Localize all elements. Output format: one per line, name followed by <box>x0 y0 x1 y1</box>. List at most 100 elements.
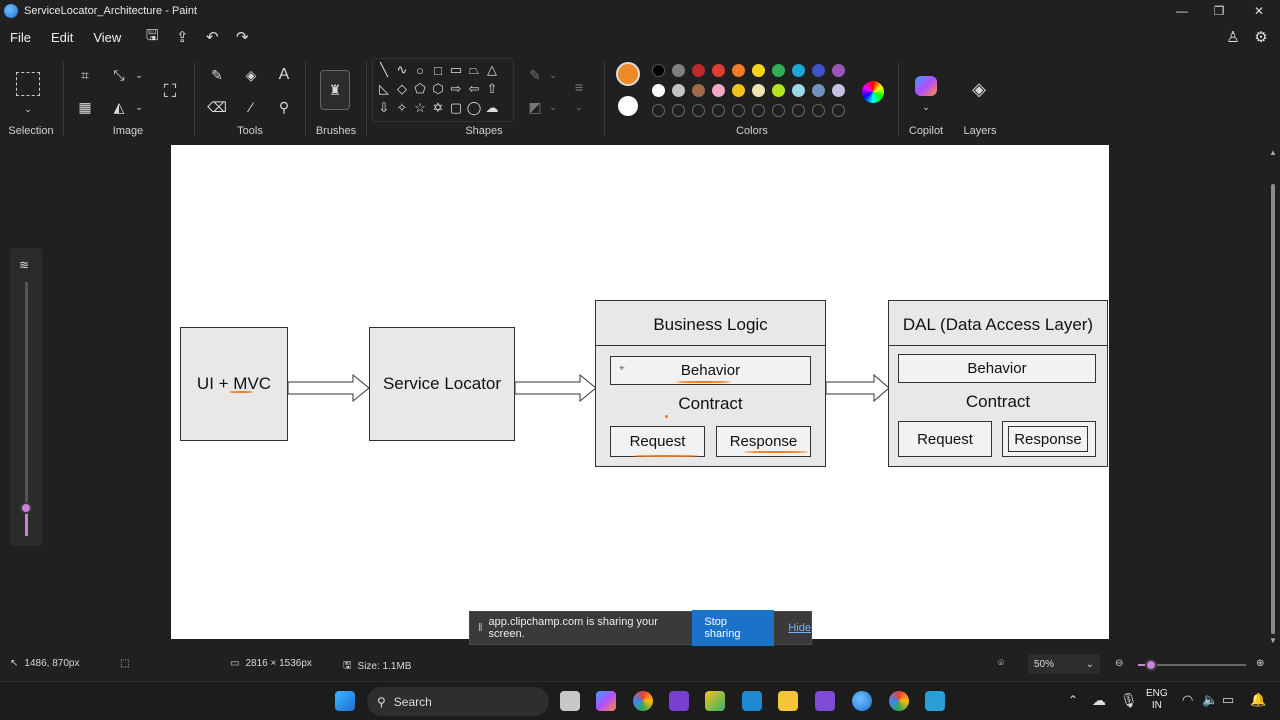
paint-taskbar-icon[interactable] <box>852 691 872 711</box>
minimize-button[interactable]: — <box>1162 0 1202 22</box>
zoom-slider[interactable] <box>1138 659 1246 671</box>
up-arrow-shape-icon[interactable]: ⇧ <box>483 80 501 98</box>
crop-icon[interactable]: ⌗ <box>74 64 96 86</box>
windows-start-icon[interactable] <box>335 691 355 711</box>
four-point-star-shape-icon[interactable]: ✧ <box>393 99 411 117</box>
color-swatch[interactable] <box>672 64 685 77</box>
drawing-canvas[interactable]: UI + MVC Service Locator Business Logic … <box>171 145 1109 639</box>
color-swatch[interactable] <box>752 84 765 97</box>
primary-color-selector[interactable] <box>616 62 640 86</box>
edit-colors-wheel-icon[interactable] <box>862 81 884 103</box>
chrome-profile-icon[interactable] <box>889 691 909 711</box>
six-point-star-shape-icon[interactable]: ✡ <box>429 99 447 117</box>
settings-gear-icon[interactable]: ⚙ <box>1246 25 1276 49</box>
text-icon[interactable]: A <box>273 64 295 86</box>
color-swatch[interactable] <box>772 84 785 97</box>
onedrive-icon[interactable]: ☁ <box>1092 692 1106 709</box>
zoom-dropdown[interactable]: 50% ⌄ <box>1028 654 1100 674</box>
custom-color-slot[interactable] <box>652 104 665 117</box>
resize-icon[interactable]: ⤡ <box>108 64 130 86</box>
color-swatch[interactable] <box>732 64 745 77</box>
color-swatch[interactable] <box>732 84 745 97</box>
eraser-icon[interactable]: ⌫ <box>206 96 228 118</box>
slider-thumb[interactable] <box>20 502 32 514</box>
chrome-icon[interactable] <box>633 691 653 711</box>
five-point-star-shape-icon[interactable]: ☆ <box>411 99 429 117</box>
zoom-slider-thumb[interactable] <box>1145 659 1157 671</box>
copilot-taskbar-icon[interactable] <box>596 691 616 711</box>
triangle-shape-icon[interactable]: △ <box>483 61 501 79</box>
curve-shape-icon[interactable]: ∿ <box>393 61 411 79</box>
save-icon[interactable]: 🖫 <box>137 25 167 49</box>
custom-color-slot[interactable] <box>832 104 845 117</box>
drag-handle-icon[interactable]: ‖ <box>478 622 483 634</box>
vertical-scrollbar[interactable]: ▲ ▼ <box>1269 148 1277 645</box>
line-shape-icon[interactable]: ╲ <box>375 61 393 79</box>
vscode-icon[interactable] <box>742 691 762 711</box>
callout-cloud-shape-icon[interactable]: ☁ <box>483 99 501 117</box>
polygon-shape-icon[interactable]: ⏢ <box>465 61 483 79</box>
custom-color-slot[interactable] <box>792 104 805 117</box>
clipchamp-icon[interactable] <box>815 691 835 711</box>
color-swatch[interactable] <box>772 64 785 77</box>
microphone-icon[interactable]: 🎙 <box>1120 692 1138 709</box>
color-swatch[interactable] <box>792 64 805 77</box>
menu-view[interactable]: View <box>83 30 131 45</box>
redo-icon[interactable]: ↷ <box>227 25 257 49</box>
brush-icon[interactable]: ♜ <box>320 70 350 110</box>
scroll-up-icon[interactable]: ▲ <box>1269 148 1277 157</box>
language-indicator[interactable]: ENG IN <box>1146 688 1168 712</box>
color-swatch[interactable] <box>692 64 705 77</box>
chevron-down-icon[interactable]: ⌄ <box>542 96 564 118</box>
menu-file[interactable]: File <box>0 30 41 45</box>
snipping-tool-icon[interactable] <box>705 691 725 711</box>
scroll-down-icon[interactable]: ▼ <box>1269 636 1277 645</box>
background-removal-icon[interactable]: ▦ <box>74 96 96 118</box>
callout-rect-shape-icon[interactable]: ▢ <box>447 99 465 117</box>
chevron-down-icon[interactable]: ⌄ <box>568 96 590 118</box>
color-picker-icon[interactable]: ⁄ <box>240 96 262 118</box>
left-arrow-shape-icon[interactable]: ⇦ <box>465 80 483 98</box>
pentagon-shape-icon[interactable]: ⬠ <box>411 80 429 98</box>
hide-link[interactable]: Hide <box>788 622 811 634</box>
copilot-icon[interactable] <box>915 76 937 96</box>
color-swatch[interactable] <box>792 84 805 97</box>
undo-icon[interactable]: ↶ <box>197 25 227 49</box>
color-swatch[interactable] <box>812 64 825 77</box>
color-swatch[interactable] <box>652 84 665 97</box>
chevron-down-icon[interactable]: ⌄ <box>128 96 150 118</box>
rounded-rectangle-shape-icon[interactable]: ▭ <box>447 61 465 79</box>
battery-icon[interactable]: ▭ <box>1222 692 1234 708</box>
magnifier-icon[interactable]: ⚲ <box>273 96 295 118</box>
layers-icon[interactable]: ◈ <box>968 78 990 100</box>
color-swatch[interactable] <box>832 64 845 77</box>
fill-bucket-icon[interactable]: ◈ <box>240 64 262 86</box>
color-swatch[interactable] <box>832 84 845 97</box>
chevron-down-icon[interactable]: ⌄ <box>915 96 937 118</box>
share-icon[interactable]: ⇪ <box>167 25 197 49</box>
color-swatch[interactable] <box>752 64 765 77</box>
custom-color-slot[interactable] <box>772 104 785 117</box>
selection-rect-icon[interactable] <box>16 72 40 96</box>
file-explorer-icon[interactable] <box>778 691 798 711</box>
account-icon[interactable]: ♙ <box>1218 25 1248 49</box>
color-swatch[interactable] <box>712 84 725 97</box>
custom-color-slot[interactable] <box>712 104 725 117</box>
stop-sharing-button[interactable]: Stop sharing <box>692 610 775 646</box>
task-view-icon[interactable] <box>560 691 580 711</box>
notification-bell-icon[interactable]: 🔔 <box>1250 692 1266 708</box>
custom-color-slot[interactable] <box>812 104 825 117</box>
volume-icon[interactable]: 🔈 <box>1202 692 1218 708</box>
menu-edit[interactable]: Edit <box>41 30 83 45</box>
brush-size-slider[interactable]: ≋ <box>10 248 42 546</box>
custom-color-slot[interactable] <box>692 104 705 117</box>
fit-to-window-icon[interactable]: ⌾ <box>998 658 1004 669</box>
chevron-down-icon[interactable]: ⌄ <box>128 64 150 86</box>
color-swatch[interactable] <box>712 64 725 77</box>
callout-oval-shape-icon[interactable]: ◯ <box>465 99 483 117</box>
custom-color-slot[interactable] <box>672 104 685 117</box>
show-hidden-icons-icon[interactable]: ⌃ <box>1068 693 1078 707</box>
image-creator-icon[interactable]: ⛶ <box>159 80 181 102</box>
right-arrow-shape-icon[interactable]: ⇨ <box>447 80 465 98</box>
close-button[interactable]: ✕ <box>1239 0 1279 22</box>
